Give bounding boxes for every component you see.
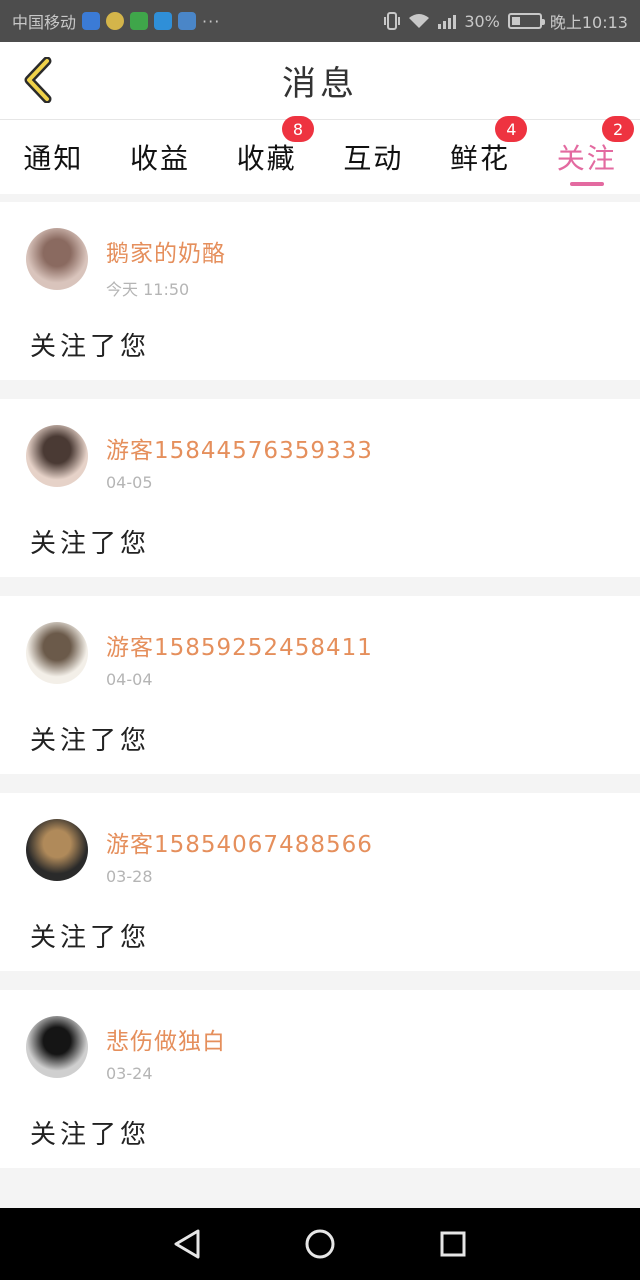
active-tab-indicator [569, 182, 604, 186]
notification-text: 关注了您 [30, 332, 151, 362]
timestamp: 04-05 [106, 473, 153, 492]
avatar[interactable] [26, 425, 88, 487]
app-play-icon [154, 12, 173, 30]
tab-label: 鲜花 [450, 142, 511, 175]
timestamp: 03-28 [106, 867, 153, 886]
avatar[interactable] [26, 622, 88, 684]
flowers-count-badge: 4 [495, 116, 528, 142]
notification-text: 关注了您 [30, 923, 151, 953]
timestamp: 今天 11:50 [106, 280, 190, 299]
signal-icon [438, 13, 457, 29]
tab-flowers[interactable]: 鲜花 4 [427, 116, 534, 194]
tab-label: 互动 [343, 142, 404, 175]
list-item[interactable]: 鹅家的奶酪 今天 11:50 关注了您 [0, 202, 640, 380]
clock: 晚上10:13 [549, 13, 628, 32]
app-bulb-icon [106, 12, 125, 30]
battery-percent: 30% [464, 11, 500, 31]
list-item[interactable]: 悲伤做独白 03-24 关注了您 [0, 990, 640, 1168]
more-notifications-icon: ··· [202, 11, 221, 31]
header-bar: 消息 [0, 42, 640, 120]
notification-text: 关注了您 [30, 1120, 151, 1150]
tab-label: 通知 [23, 142, 84, 175]
nav-home-button[interactable] [290, 1214, 350, 1274]
username[interactable]: 游客15844576359333 [106, 431, 373, 465]
list-item[interactable]: 游客15854067488566 03-28 关注了您 [0, 793, 640, 971]
circle-home-icon [305, 1229, 335, 1259]
tab-notice[interactable]: 通知 [0, 120, 107, 194]
system-navigation-bar [0, 1208, 640, 1280]
follow-notification-list: 鹅家的奶酪 今天 11:50 关注了您 游客15844576359333 04-… [0, 202, 640, 1187]
nav-back-button[interactable] [157, 1214, 217, 1274]
notification-text: 关注了您 [30, 726, 151, 756]
avatar[interactable] [26, 819, 88, 881]
list-item[interactable]: 游客15859252458411 04-04 关注了您 [0, 596, 640, 774]
username[interactable]: 悲伤做独白 [106, 1022, 226, 1056]
triangle-back-icon [174, 1229, 200, 1259]
tab-label: 收益 [130, 142, 191, 175]
vibrate-icon [384, 12, 401, 30]
tab-label: 收藏 [236, 142, 297, 175]
app-browser-icon [178, 12, 197, 30]
app-shield-icon [82, 12, 101, 30]
tab-bar: 通知 收益 收藏 8 互动 鲜花 4 关注 2 [0, 116, 640, 194]
tab-follow[interactable]: 关注 2 [533, 116, 640, 194]
battery-icon [507, 13, 545, 29]
follow-count-badge: 2 [602, 116, 635, 142]
username[interactable]: 游客15859252458411 [106, 628, 373, 662]
carrier-label: 中国移动 [12, 13, 77, 32]
chevron-left-icon [24, 57, 52, 103]
avatar[interactable] [26, 228, 88, 290]
nav-recent-button[interactable] [423, 1214, 483, 1274]
status-bar: 中国移动 ··· 30% 晚上10:13 [0, 0, 640, 42]
tab-favorites[interactable]: 收藏 8 [213, 116, 320, 194]
tab-label: 关注 [556, 142, 617, 175]
list-item[interactable]: 游客15844576359333 04-05 关注了您 [0, 399, 640, 577]
notification-text: 关注了您 [30, 529, 151, 559]
wifi-icon [409, 14, 430, 28]
square-recent-icon [440, 1231, 466, 1257]
avatar[interactable] [26, 1016, 88, 1078]
timestamp: 04-04 [106, 670, 153, 689]
tab-earnings[interactable]: 收益 [107, 120, 214, 194]
username[interactable]: 鹅家的奶酪 [106, 234, 226, 268]
page-title: 消息 [282, 64, 358, 104]
timestamp: 03-24 [106, 1064, 153, 1083]
favorites-count-badge: 8 [282, 116, 315, 142]
app-message-icon [130, 12, 149, 30]
status-bar-left: 中国移动 ··· [12, 9, 220, 33]
back-button[interactable] [14, 56, 62, 104]
status-bar-right: 30% 晚上10:13 [384, 9, 628, 33]
tab-interaction[interactable]: 互动 [320, 120, 427, 194]
username[interactable]: 游客15854067488566 [106, 825, 373, 859]
